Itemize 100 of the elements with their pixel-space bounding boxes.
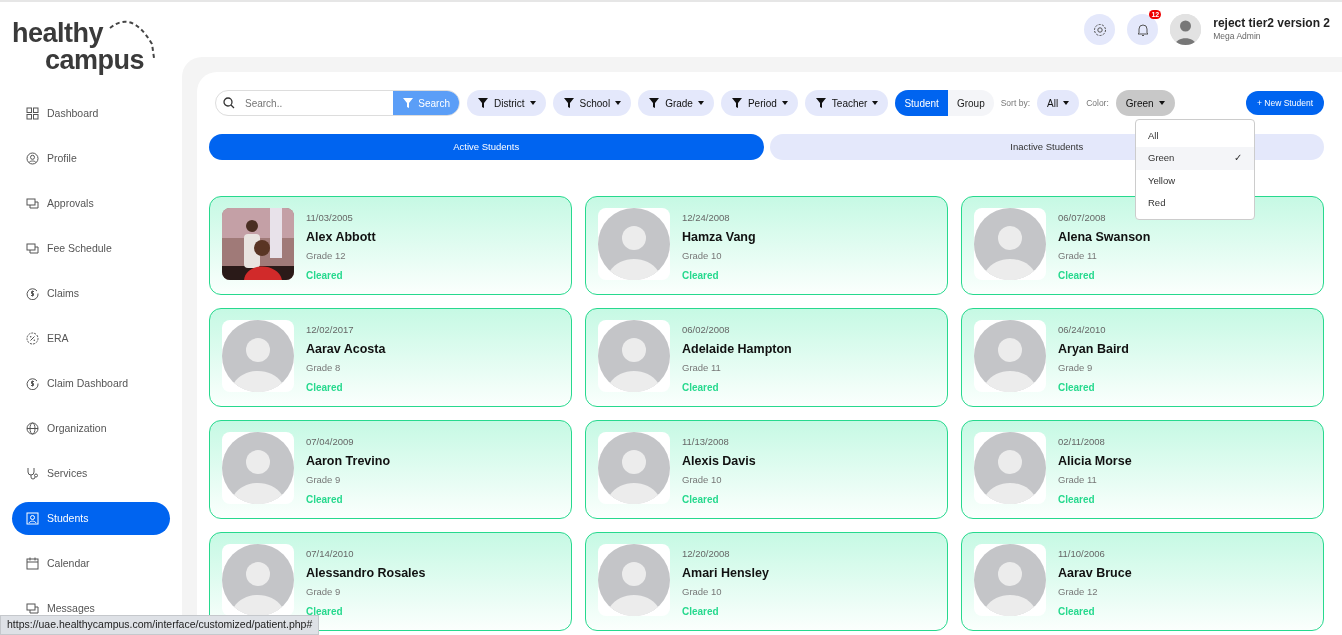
student-card[interactable]: 11/13/2008 Alexis Davis Grade 10 Cleared: [585, 420, 948, 519]
portrait-icon: [26, 512, 39, 525]
chat-icon: [26, 197, 39, 210]
filter-icon: [402, 97, 415, 109]
chat-icon: [26, 242, 39, 255]
student-card[interactable]: 06/02/2008 Adelaide Hampton Grade 11 Cleared: [585, 308, 948, 407]
grid-icon: [26, 107, 39, 120]
filter-dropdown[interactable]: Grade: [638, 90, 714, 116]
avatar-icon: [974, 320, 1046, 392]
user-icon: [26, 152, 39, 165]
filter-dropdown[interactable]: School: [552, 90, 632, 116]
birth-date: 07/04/2009: [306, 435, 355, 449]
student-card[interactable]: 07/04/2009 Aaron Trevino Grade 9 Cleared: [209, 420, 572, 519]
sidebar-item[interactable]: Approvals: [12, 187, 170, 220]
student-grade: Grade 9: [1058, 361, 1094, 375]
student-grade: Grade 12: [306, 249, 347, 263]
birth-date: 02/11/2008: [1058, 435, 1106, 449]
status-text: Cleared: [682, 605, 720, 620]
sidebar-item[interactable]: Organization: [12, 412, 170, 445]
menu-item[interactable]: Green ✓: [1136, 147, 1254, 170]
student-card[interactable]: 06/24/2010 Aryan Baird Grade 9 Cleared: [961, 308, 1324, 407]
sidebar-item[interactable]: Students: [12, 502, 170, 535]
avatar-icon: [222, 544, 294, 616]
birth-date: 11/13/2008: [682, 435, 730, 449]
user-role: Mega Admin: [1213, 30, 1262, 44]
status-text: Cleared: [306, 493, 344, 508]
birth-date: 12/02/2017: [306, 323, 355, 337]
avatar-icon: [598, 544, 670, 616]
url-tooltip: https://uae.healthycampus.com/interface/customized/patient.php#: [0, 615, 320, 635]
new-student-button[interactable]: + New Student: [1246, 91, 1324, 115]
sidebar-item[interactable]: Claims: [12, 277, 170, 310]
student-card[interactable]: 12/20/2008 Amari Hensley Grade 10 Cleared: [585, 532, 948, 631]
birth-date: 12/20/2008: [682, 547, 731, 561]
student-grade: Grade 10: [682, 585, 723, 599]
globe-icon: [26, 422, 39, 435]
filter-dropdown[interactable]: Teacher: [804, 90, 889, 116]
calendar-icon: [26, 557, 39, 570]
student-name: Hamza Vang: [682, 229, 756, 247]
student-grade: Grade 11: [1058, 473, 1098, 487]
user-name: reject tier2 version 2: [1213, 15, 1330, 31]
student-name: Alicia Morse: [1058, 453, 1132, 471]
birth-date: 12/24/2008: [682, 211, 731, 225]
sidebar-item[interactable]: ERA: [12, 322, 170, 355]
filter-icon: [562, 97, 575, 109]
student-name: Aaron Trevino: [306, 453, 391, 471]
status-text: Cleared: [1058, 493, 1096, 508]
avatar-icon: [598, 208, 670, 280]
sidebar-item[interactable]: Fee Schedule: [12, 232, 170, 265]
status-text: Cleared: [1058, 269, 1096, 284]
student-name: Alexis Davis: [682, 453, 756, 471]
filter-icon: [648, 97, 661, 109]
avatar-icon: [974, 544, 1046, 616]
birth-date: 11/10/2006: [1058, 547, 1106, 561]
student-card[interactable]: 12/02/2017 Aarav Acosta Grade 8 Cleared: [209, 308, 572, 407]
student-card[interactable]: 12/24/2008 Hamza Vang Grade 10 Cleared: [585, 196, 948, 295]
avatar-icon: [974, 432, 1046, 504]
student-card[interactable]: 11/10/2006 Aarav Bruce Grade 12 Cleared: [961, 532, 1324, 631]
gear-icon: [1092, 22, 1107, 37]
sidebar-item[interactable]: Claim Dashboard: [12, 367, 170, 400]
student-card[interactable]: 11/03/2005 Alex Abbott Grade 12 Cleared: [209, 196, 572, 295]
birth-date: 06/02/2008: [682, 323, 731, 337]
color-dropdown[interactable]: Green: [1115, 90, 1175, 116]
student-name: Aryan Baird: [1058, 341, 1129, 359]
student-name: Alena Swanson: [1058, 229, 1151, 247]
color-label: Color:: [1086, 96, 1109, 110]
birth-date: 06/24/2010: [1058, 323, 1107, 337]
view-toggle[interactable]: Student: [895, 90, 948, 116]
birth-date: 06/07/2008: [1058, 211, 1107, 225]
filter-dropdown[interactable]: District: [467, 90, 546, 116]
student-card[interactable]: 02/11/2008 Alicia Morse Grade 11 Cleared: [961, 420, 1324, 519]
birth-date: 07/14/2010: [306, 547, 355, 561]
view-toggle[interactable]: Group: [947, 90, 994, 116]
status-text: Cleared: [682, 381, 720, 396]
sidebar-item[interactable]: Profile: [12, 142, 170, 175]
sort-label: Sort by:: [1000, 96, 1030, 110]
sort-dropdown[interactable]: All: [1037, 90, 1080, 116]
sidebar-item[interactable]: Dashboard: [12, 97, 170, 130]
search-icon: [223, 97, 235, 109]
student-grade: Grade 10: [682, 249, 723, 263]
avatar-icon: [222, 432, 294, 504]
filter-icon: [477, 97, 489, 109]
student-grade: Grade 9: [306, 473, 342, 487]
student-grade: Grade 8: [306, 361, 342, 375]
sidebar-item[interactable]: Services: [12, 457, 170, 490]
student-name: Aarav Acosta: [306, 341, 386, 359]
bell-icon: [1135, 22, 1150, 37]
settings-button[interactable]: [1084, 14, 1116, 45]
status-text: Cleared: [306, 381, 344, 396]
student-name: Alex Abbott: [306, 229, 376, 247]
filter-dropdown[interactable]: Period: [720, 90, 798, 116]
sidebar-item[interactable]: Calendar: [12, 547, 170, 580]
tab[interactable]: Active Students: [209, 134, 764, 160]
birth-date: 11/03/2005: [306, 211, 354, 225]
avatar-icon: [1170, 14, 1202, 45]
avatar-icon: [598, 320, 670, 392]
avatar-icon: [598, 432, 670, 504]
status-text: Cleared: [306, 269, 344, 284]
student-name: Alessandro Rosales: [306, 565, 426, 583]
stethoscope-icon: [26, 467, 39, 480]
filter-icon: [814, 97, 827, 109]
